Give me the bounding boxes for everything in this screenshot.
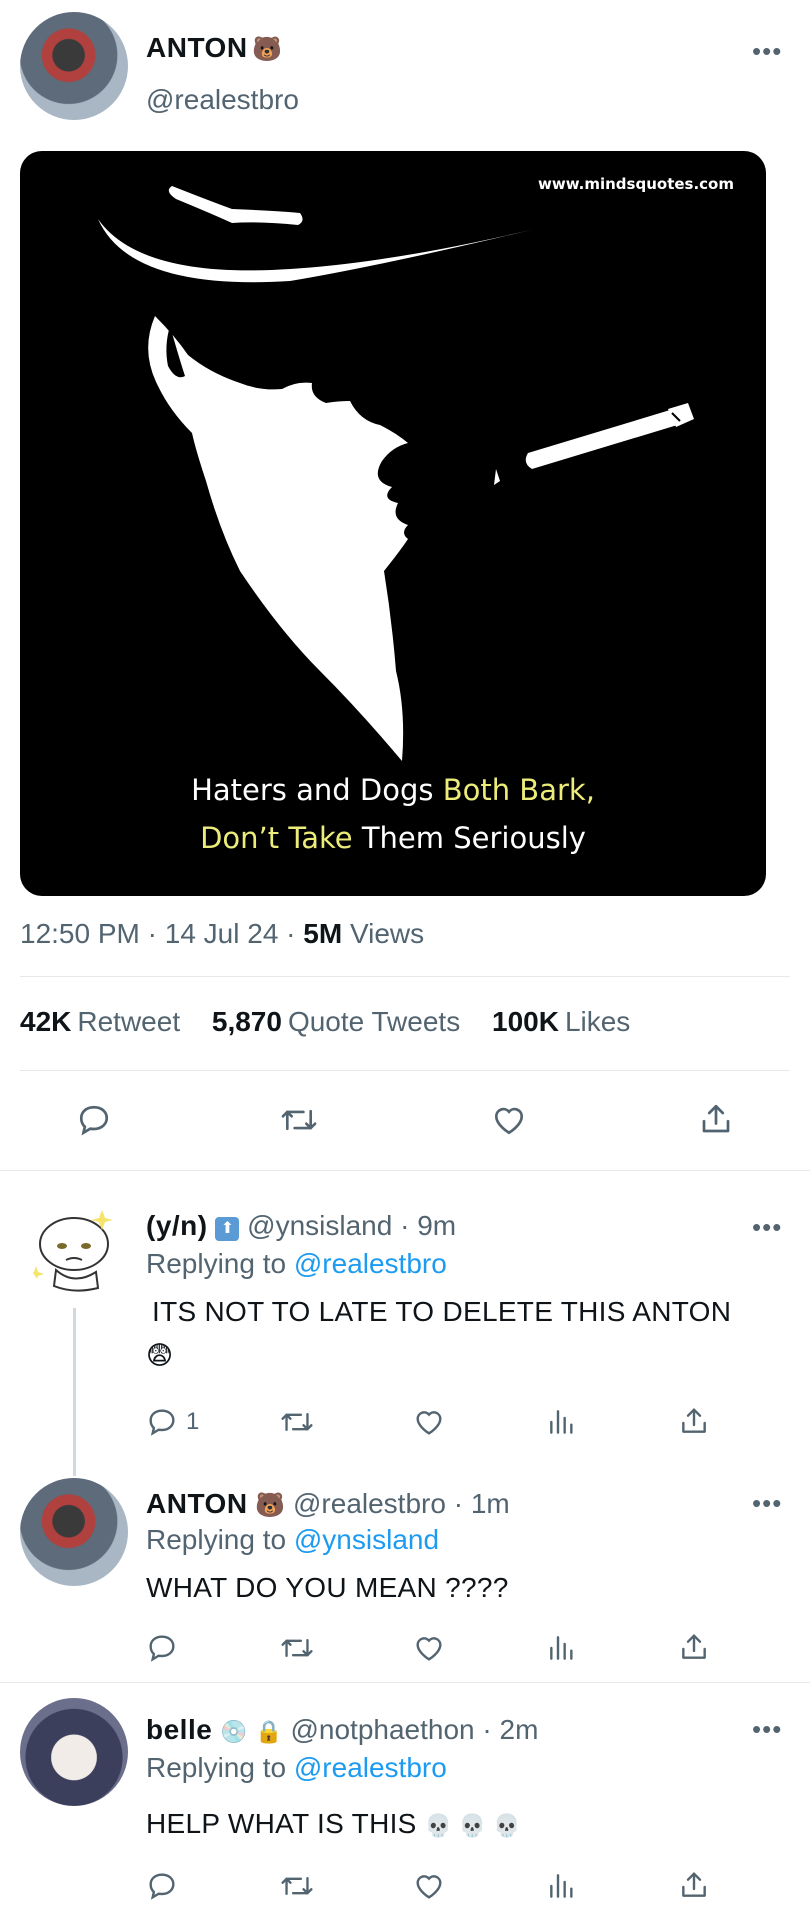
reply-3-more-icon[interactable]: •••: [752, 1714, 782, 1745]
tweet-stats: 42K Retweet 5,870 Quote Tweets 100K Likes: [20, 1006, 630, 1038]
reply-1-replying-to: Replying to @realestbro: [146, 1248, 447, 1279]
divider: [0, 1682, 810, 1683]
like-icon[interactable]: [490, 1102, 528, 1138]
reply-3-text-row: HELP WHAT IS THIS 💀 💀 💀: [146, 1808, 521, 1840]
reply-1-mention-link[interactable]: @realestbro: [294, 1248, 447, 1279]
reply-3-views-icon[interactable]: [546, 1870, 578, 1902]
reply-3-text: HELP WHAT IS THIS: [146, 1808, 417, 1839]
reply-1-reply-icon[interactable]: [146, 1406, 178, 1438]
reply-1-header: (y/n) ⬆ @ynsisland · 9m: [146, 1210, 457, 1241]
reply-3-like-icon[interactable]: [412, 1870, 446, 1902]
reply-3-name[interactable]: belle: [146, 1714, 212, 1745]
reply-1-retweet-icon[interactable]: [280, 1406, 314, 1438]
reply-1-more-icon[interactable]: •••: [752, 1212, 782, 1243]
divider: [0, 1170, 810, 1171]
reply-2-reply-icon[interactable]: [146, 1632, 178, 1664]
reply-3-handle[interactable]: @notphaethon: [290, 1714, 474, 1745]
reply-2-handle[interactable]: @realestbro: [293, 1488, 446, 1519]
reply-2-share-icon[interactable]: [678, 1630, 710, 1664]
upload-badge-icon: ⬆: [215, 1217, 240, 1241]
views-count: 5M: [303, 918, 343, 949]
reply-2-text: WHAT DO YOU MEAN ????: [146, 1572, 509, 1603]
reply-2-more-icon[interactable]: •••: [752, 1488, 782, 1519]
thread-line: [73, 1308, 76, 1476]
reply-1-views-icon[interactable]: [546, 1406, 578, 1438]
reply-2-name[interactable]: ANTON: [146, 1488, 248, 1519]
tweet-meta: 12:50 PM · 14 Jul 24 · 5M Views: [20, 918, 425, 949]
reply-2-like-icon[interactable]: [412, 1632, 446, 1664]
views-label: Views: [349, 918, 425, 949]
lock-icon: 🔒: [255, 1719, 283, 1744]
tweet-time[interactable]: 12:50 PM: [20, 918, 140, 949]
reply-1-handle[interactable]: @ynsisland: [247, 1210, 392, 1241]
reply-1-text: ITS NOT TO LATE TO DELETE THIS ANTON: [152, 1296, 732, 1327]
disc-emoji-icon: 💿: [220, 1719, 248, 1744]
reply-3-mention-link[interactable]: @realestbro: [294, 1752, 447, 1783]
reply-3-header: belle 💿 🔒 @notphaethon · 2m: [146, 1714, 539, 1745]
divider: [20, 1070, 790, 1071]
reply-1-like-icon[interactable]: [412, 1406, 446, 1438]
author-avatar[interactable]: [20, 12, 128, 120]
reply-2-views-icon[interactable]: [546, 1632, 578, 1664]
divider: [20, 976, 790, 977]
reply-3-share-icon[interactable]: [678, 1868, 710, 1902]
reply-2-retweet-icon[interactable]: [280, 1632, 314, 1664]
cartoon-avatar-icon: [28, 1210, 113, 1292]
fearful-face-emoji-icon: 😨: [146, 1340, 174, 1370]
reply-1-reply-count: 1: [186, 1408, 200, 1435]
bear-emoji-icon: 🐻: [252, 36, 282, 63]
image-quote-line-2: Don’t Take Them Seriously: [200, 821, 586, 855]
reply-3-retweet-icon[interactable]: [280, 1870, 314, 1902]
tweet-image[interactable]: www.mindsquotes.com Haters and Dogs Both…: [20, 151, 766, 896]
reply-2-header: ANTON 🐻 @realestbro · 1m: [146, 1488, 510, 1519]
reply-2-replying-to: Replying to @ynsisland: [146, 1524, 440, 1555]
likes-stat[interactable]: 100K Likes: [492, 1006, 630, 1037]
tweet-date[interactable]: 14 Jul 24: [165, 918, 279, 949]
reply-1-avatar[interactable]: [26, 1200, 122, 1296]
reply-2-time[interactable]: 1m: [471, 1488, 510, 1519]
author-name-row[interactable]: ANTON 🐻: [146, 32, 282, 64]
skull-emoji-icon: 💀 💀 💀: [424, 1813, 521, 1838]
reply-icon[interactable]: [76, 1102, 112, 1138]
author-handle[interactable]: @realestbro: [146, 84, 299, 116]
retweets-stat[interactable]: 42K Retweet: [20, 1006, 180, 1037]
reply-2-avatar[interactable]: [20, 1478, 128, 1586]
reply-2-mention-link[interactable]: @ynsisland: [294, 1524, 439, 1555]
quote-tweets-stat[interactable]: 5,870 Quote Tweets: [212, 1006, 460, 1037]
bear-emoji-icon: 🐻: [255, 1492, 286, 1519]
author-name: ANTON: [146, 32, 248, 63]
more-options-icon[interactable]: •••: [752, 36, 782, 67]
reply-3-replying-to: Replying to @realestbro: [146, 1752, 447, 1783]
share-icon[interactable]: [698, 1100, 734, 1138]
reply-3-reply-icon[interactable]: [146, 1870, 178, 1902]
retweet-icon[interactable]: [280, 1102, 318, 1138]
image-quote-line-1: Haters and Dogs Both Bark,: [191, 773, 595, 807]
reply-3-avatar[interactable]: [20, 1698, 128, 1806]
reply-1-time[interactable]: 9m: [417, 1210, 456, 1241]
reply-1-share-icon[interactable]: [678, 1404, 710, 1438]
reply-3-time[interactable]: 2m: [500, 1714, 539, 1745]
reply-1-name[interactable]: (y/n): [146, 1210, 208, 1241]
